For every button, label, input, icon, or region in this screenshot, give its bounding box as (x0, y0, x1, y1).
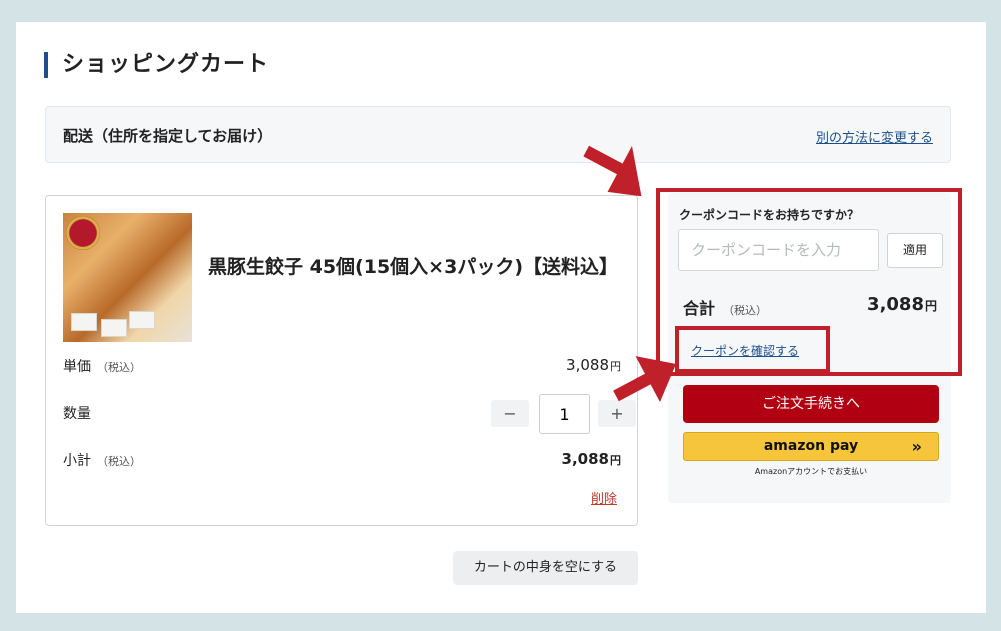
delivery-box: 配送（住所を指定してお届け） 別の方法に変更する (45, 106, 951, 163)
quantity-row: 数量 − + (63, 394, 636, 434)
unit-price-row: 単価 （税込） 3,088円 (63, 354, 621, 378)
page-title: ショッピングカート (44, 52, 269, 78)
amazon-pay-button[interactable]: amazon pay » (683, 432, 939, 461)
coupon-question: クーポンコードをお持ちですか？ (679, 208, 860, 222)
quantity-label: 数量 (63, 406, 91, 422)
package-icon (71, 313, 97, 331)
tax-note: （税込） (723, 304, 768, 317)
confirm-coupon-link[interactable]: クーポンを確認する (691, 342, 799, 359)
quantity-input[interactable] (539, 394, 590, 434)
delivery-label: 配送（住所を指定してお届け） (63, 127, 273, 145)
tax-note: （税込） (97, 455, 141, 468)
quantity-decrease-button[interactable]: − (491, 400, 529, 427)
change-delivery-link[interactable]: 別の方法に変更する (816, 127, 933, 146)
coupon-code-input[interactable] (678, 229, 879, 271)
product-name[interactable]: 黒豚生餃子 45個(15個入×3パック)【送料込】 (208, 253, 618, 281)
unit-price-label: 単価 (63, 359, 91, 375)
yen-unit: 円 (610, 454, 621, 467)
chevron-right-icon: » (911, 437, 922, 456)
package-icon (101, 319, 127, 337)
unit-price-value: 3,088 (566, 356, 609, 374)
subtotal-row: 小計 （税込） 3,088円 (63, 448, 621, 472)
subtotal-value: 3,088 (561, 450, 609, 468)
yen-unit: 円 (924, 299, 937, 313)
arrow-up-right-icon (613, 356, 677, 403)
subtotal-label: 小計 (63, 453, 91, 469)
amazon-pay-note: Amazonアカウントでお支払い (754, 467, 868, 476)
total-value: 3,088 (867, 294, 924, 315)
package-icon (129, 311, 155, 329)
arrow-down-right-icon (583, 145, 642, 196)
empty-cart-button[interactable]: カートの中身を空にする (453, 551, 638, 585)
amazon-pay-logo: amazon pay (763, 438, 859, 454)
award-badge-icon (66, 216, 100, 250)
apply-coupon-button[interactable]: 適用 (887, 233, 943, 268)
cart-item-card: 黒豚生餃子 45個(15個入×3パック)【送料込】 単価 （税込） 3,088円 … (45, 195, 638, 526)
proceed-to-checkout-button[interactable]: ご注文手続きへ (683, 385, 939, 423)
product-image[interactable] (63, 213, 192, 342)
total-label: 合計 (683, 299, 716, 318)
delete-item-link[interactable]: 削除 (591, 488, 617, 507)
tax-note: （税込） (97, 361, 141, 374)
